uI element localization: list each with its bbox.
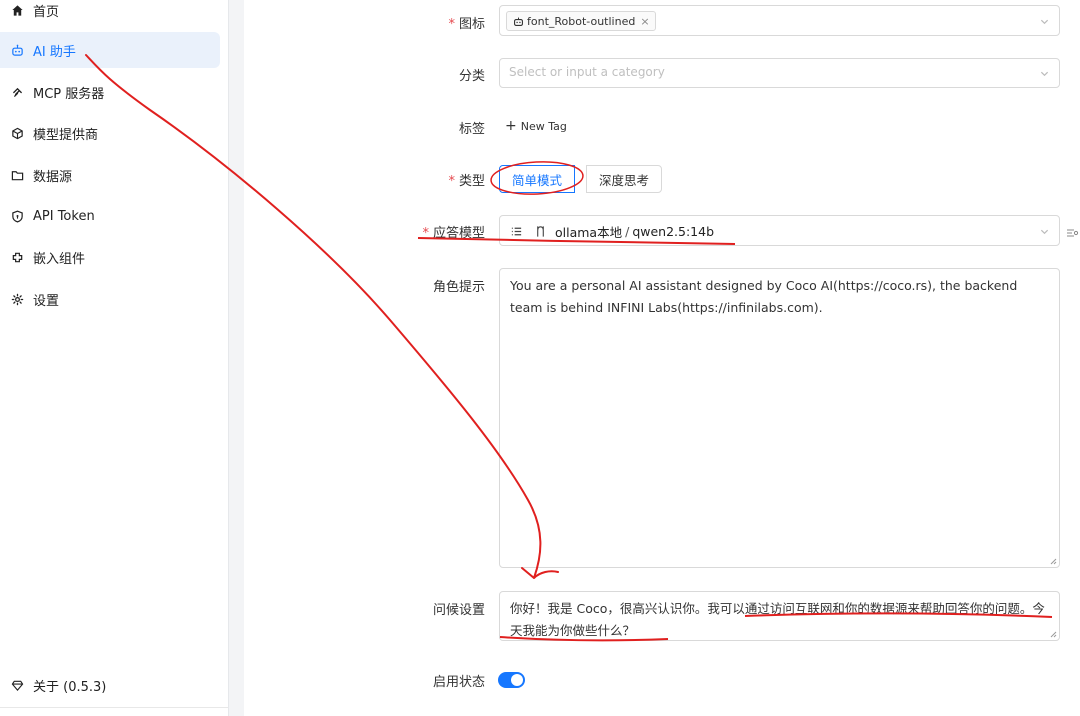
sidebar-item-home[interactable]: 首页 [0,0,220,28]
sidebar-item-label: 首页 [33,4,60,20]
greeting-textarea[interactable]: 你好！我是 Coco，很高兴认识你。我可以通过访问互联网和你的数据源来帮助回答你… [499,591,1060,641]
enabled-toggle[interactable] [498,672,525,688]
chevron-down-icon [1040,227,1049,236]
embed-icon [10,250,24,264]
sidebar-bottom-divider [0,707,228,708]
robot-icon [512,15,524,27]
icon-chip: font_Robot-outlined × [506,11,656,31]
type-option-simple[interactable]: 简单模式 [499,165,575,193]
icon-select[interactable]: font_Robot-outlined × [499,5,1060,36]
tags-field-label: 标签 [458,122,485,137]
sidebar-item-mcp-servers[interactable]: MCP 服务器 [0,74,220,110]
sidebar-item-model-providers[interactable]: 模型提供商 [0,115,220,151]
role-prompt-textarea[interactable]: You are a personal AI assistant designed… [499,268,1060,568]
type-field-label: * 类型 [448,174,485,189]
sidebar-item-ai-assistant[interactable]: AI 助手 [0,32,220,68]
about-label: 关于 (0.5.3) [33,680,107,695]
list-icon [509,225,523,239]
role-prompt-field-label: 角色提示 [432,280,485,295]
resize-handle-icon[interactable] [1049,557,1057,565]
sidebar-item-label: 模型提供商 [33,127,99,143]
category-select[interactable]: Select or input a category [499,58,1060,88]
new-tag-button[interactable]: + New Tag [499,115,573,137]
sidebar-item-embed-components[interactable]: 嵌入组件 [0,239,220,275]
new-tag-label: New Tag [520,119,567,133]
icon-chip-label: font_Robot-outlined [527,14,636,28]
chevron-down-icon [1040,17,1049,26]
robot-icon [10,43,24,57]
resize-handle-icon[interactable] [1049,630,1057,638]
diamond-icon [10,679,24,693]
plus-icon: + [505,118,517,134]
model-separator: / [625,224,630,239]
ollama-icon [533,225,547,239]
sidebar-item-data-sources[interactable]: 数据源 [0,157,220,193]
model-provider-icon [10,126,24,140]
greeting-field-label: 问候设置 [432,603,485,618]
sidebar-item-label: API Token [33,208,95,224]
shield-icon [10,209,24,223]
sidebar-item-settings[interactable]: 设置 [0,281,220,317]
toggle-knob [511,674,523,686]
sidebar-item-label: 嵌入组件 [33,251,86,267]
answer-model-value: ollama本地 / qwen2.5:14b [509,222,714,241]
about-link[interactable]: 关于 (0.5.3) [10,676,106,695]
sidebar-item-label: MCP 服务器 [33,86,105,102]
category-placeholder: Select or input a category [509,65,665,79]
icon-field-label: * 图标 [448,17,485,32]
type-option-deep-thinking[interactable]: 深度思考 [586,165,662,193]
home-icon [10,3,24,17]
model-provider-name: ollama本地 [555,225,623,240]
sidebar-item-api-token[interactable]: API Token [0,198,220,234]
greeting-text: 你好！我是 Coco，很高兴认识你。我可以通过访问互联网和你的数据源来帮助回答你… [510,601,1045,638]
sidebar-divider [228,0,244,716]
remove-chip-icon[interactable]: × [640,15,649,28]
model-settings-icon[interactable] [1066,224,1080,237]
answer-model-select[interactable]: ollama本地 / qwen2.5:14b [499,215,1060,246]
sidebar: 首页 AI 助手 MCP 服务器 模型提供商 数据源 API Token 嵌入组… [0,0,228,716]
mcp-icon [10,85,24,99]
sidebar-item-label: 设置 [33,293,60,309]
category-field-label: 分类 [458,69,485,84]
sidebar-item-label: AI 助手 [33,44,76,60]
model-name: qwen2.5:14b [632,224,715,239]
enabled-field-label: 启用状态 [432,675,485,690]
sidebar-item-label: 数据源 [33,169,73,185]
gear-icon [10,292,24,306]
chevron-down-icon [1040,69,1049,78]
role-prompt-text: You are a personal AI assistant designed… [510,278,1018,315]
folder-icon [10,168,24,182]
answer-model-field-label: * 应答模型 [422,226,485,241]
